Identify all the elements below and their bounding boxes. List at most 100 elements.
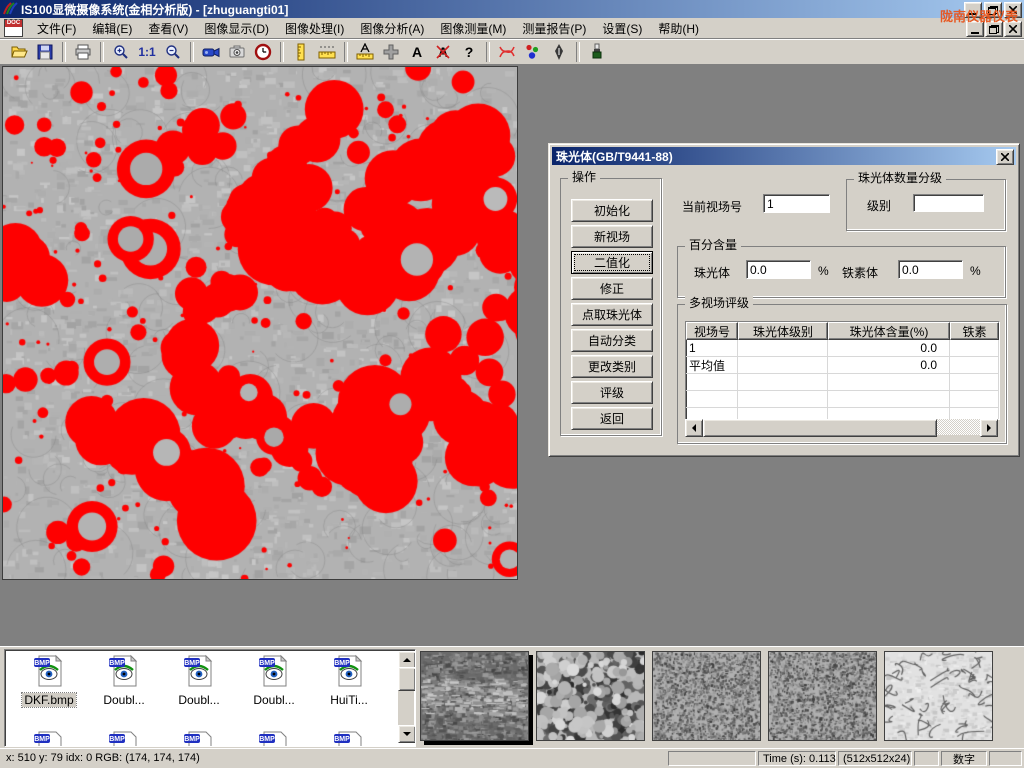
vertical-ruler-button[interactable] bbox=[288, 41, 314, 64]
menu-measure-report[interactable]: 测量报告(P) bbox=[514, 18, 594, 39]
return-button[interactable]: 返回 bbox=[571, 407, 653, 430]
toolbar-separator bbox=[344, 42, 348, 62]
snapshot-button[interactable] bbox=[224, 41, 250, 64]
calibration-button[interactable] bbox=[352, 41, 378, 64]
scroll-down-button[interactable] bbox=[398, 725, 416, 743]
dialog-close-button[interactable] bbox=[996, 149, 1014, 165]
table-row[interactable]: 1 0.0 bbox=[686, 340, 999, 357]
new-field-button[interactable]: 新视场 bbox=[571, 225, 653, 248]
table-row[interactable]: 平均值 0.0 bbox=[686, 357, 999, 374]
file-item[interactable]: BMP Doubl... bbox=[238, 654, 310, 707]
mdi-close-button[interactable] bbox=[1004, 21, 1022, 37]
ferrite-percent-input[interactable] bbox=[898, 260, 963, 279]
brush-icon bbox=[588, 43, 606, 61]
curve-tool-button[interactable] bbox=[494, 41, 520, 64]
scrollbar-thumb[interactable] bbox=[398, 667, 416, 691]
menu-image-display[interactable]: 图像显示(D) bbox=[196, 18, 277, 39]
binarize-button[interactable]: 二值化 bbox=[571, 251, 653, 274]
actual-size-button[interactable]: 1:1 bbox=[134, 41, 160, 64]
grading-table[interactable]: 视场号 珠光体级别 珠光体含量(%) 铁素 1 0.0 平均值 0.0 bbox=[685, 321, 1000, 420]
file-name[interactable]: Doubl... bbox=[251, 693, 296, 707]
menu-help[interactable]: 帮助(H) bbox=[650, 18, 707, 39]
correct-button[interactable]: 修正 bbox=[571, 277, 653, 300]
bmp-file-icon: BMP bbox=[32, 654, 66, 688]
menu-file[interactable]: 文件(F) bbox=[29, 18, 84, 39]
thumbnail-1[interactable] bbox=[420, 651, 529, 741]
file-name[interactable]: DKF.bmp bbox=[22, 693, 75, 707]
mode-status: 数字 bbox=[941, 751, 987, 766]
cell-field: 平均值 bbox=[686, 357, 738, 373]
file-item[interactable]: BMP bbox=[163, 730, 235, 747]
file-item[interactable]: BMP Doubl... bbox=[163, 654, 235, 707]
change-class-button[interactable]: 更改类别 bbox=[571, 355, 653, 378]
file-name[interactable]: HuiTi... bbox=[328, 693, 370, 707]
save-icon bbox=[36, 43, 54, 61]
level-label: 级别 bbox=[867, 197, 891, 214]
pick-pearlite-button[interactable]: 点取珠光体 bbox=[571, 303, 653, 326]
grading-group: 珠光体数量分级 级别 bbox=[846, 179, 1006, 231]
zoom-out-button[interactable] bbox=[160, 41, 186, 64]
horizontal-ruler-button[interactable] bbox=[314, 41, 340, 64]
application-window: IS100显微摄像系统(金相分析版) - [zhuguangti01] 陇南仪器… bbox=[0, 0, 1024, 768]
col-pearlite-content[interactable]: 珠光体含量(%) bbox=[828, 322, 950, 340]
brush-tool-button[interactable] bbox=[584, 41, 610, 64]
close-button[interactable] bbox=[1004, 2, 1022, 18]
mdi-minimize-button[interactable] bbox=[966, 21, 984, 37]
minimize-button[interactable] bbox=[964, 2, 982, 18]
pen-tool-button[interactable] bbox=[546, 41, 572, 64]
col-ferrite[interactable]: 铁素 bbox=[950, 322, 999, 340]
menu-image-analysis[interactable]: 图像分析(A) bbox=[352, 18, 432, 39]
grade-button[interactable]: 评级 bbox=[571, 381, 653, 404]
file-item[interactable]: BMP bbox=[13, 730, 85, 747]
print-button[interactable] bbox=[70, 41, 96, 64]
status-pane-empty bbox=[914, 751, 939, 766]
file-item[interactable]: BMP bbox=[88, 730, 160, 747]
file-item[interactable]: BMP bbox=[238, 730, 310, 747]
timer-button[interactable] bbox=[250, 41, 276, 64]
delete-annotation-button[interactable]: A bbox=[430, 41, 456, 64]
thumbnail-5[interactable] bbox=[884, 651, 993, 741]
file-name[interactable]: Doubl... bbox=[176, 693, 221, 707]
current-field-input[interactable] bbox=[763, 194, 830, 213]
file-listbox[interactable]: BMP DKF.bmp BMP Doubl... bbox=[4, 649, 416, 747]
phase-classify-button[interactable] bbox=[520, 41, 546, 64]
close-icon bbox=[1001, 153, 1009, 161]
save-button[interactable] bbox=[32, 41, 58, 64]
col-pearlite-level[interactable]: 珠光体级别 bbox=[738, 322, 828, 340]
cell-ferrite bbox=[950, 357, 999, 373]
level-input[interactable] bbox=[913, 194, 984, 212]
text-annotation-button[interactable]: A bbox=[404, 41, 430, 64]
move-button[interactable] bbox=[378, 41, 404, 64]
thumbnail-2[interactable] bbox=[536, 651, 645, 741]
scrollbar-thumb[interactable] bbox=[703, 419, 937, 437]
video-capture-button[interactable] bbox=[198, 41, 224, 64]
calibrate-ruler-icon bbox=[356, 43, 374, 61]
table-horizontal-scrollbar[interactable] bbox=[685, 419, 998, 435]
file-list-scrollbar[interactable] bbox=[398, 651, 414, 743]
open-button[interactable] bbox=[6, 41, 32, 64]
menu-image-process[interactable]: 图像处理(I) bbox=[277, 18, 352, 39]
metallograph-image[interactable] bbox=[2, 66, 518, 580]
file-item[interactable]: BMP DKF.bmp bbox=[13, 654, 85, 707]
thumbnail-4[interactable] bbox=[768, 651, 877, 741]
file-item[interactable]: BMP Doubl... bbox=[88, 654, 160, 707]
menu-image-measure[interactable]: 图像测量(M) bbox=[432, 18, 514, 39]
scroll-left-button[interactable] bbox=[685, 419, 703, 437]
help-button[interactable]: ? bbox=[456, 41, 482, 64]
menu-settings[interactable]: 设置(S) bbox=[594, 18, 650, 39]
restore-button[interactable] bbox=[984, 2, 1002, 18]
mdi-restore-button[interactable] bbox=[985, 21, 1003, 37]
thumbnail-3[interactable] bbox=[652, 651, 761, 741]
col-field-number[interactable]: 视场号 bbox=[686, 322, 738, 340]
file-item[interactable]: BMP bbox=[313, 730, 385, 747]
menu-edit[interactable]: 编辑(E) bbox=[84, 18, 140, 39]
zoom-in-button[interactable] bbox=[108, 41, 134, 64]
scroll-right-button[interactable] bbox=[980, 419, 998, 437]
file-item[interactable]: BMP HuiTi... bbox=[313, 654, 385, 707]
auto-classify-button[interactable]: 自动分类 bbox=[571, 329, 653, 352]
initialize-button[interactable]: 初始化 bbox=[571, 199, 653, 222]
file-name[interactable]: Doubl... bbox=[101, 693, 146, 707]
scrollbar-track[interactable] bbox=[937, 419, 980, 435]
menu-view[interactable]: 查看(V) bbox=[140, 18, 196, 39]
pearlite-percent-input[interactable] bbox=[746, 260, 811, 279]
